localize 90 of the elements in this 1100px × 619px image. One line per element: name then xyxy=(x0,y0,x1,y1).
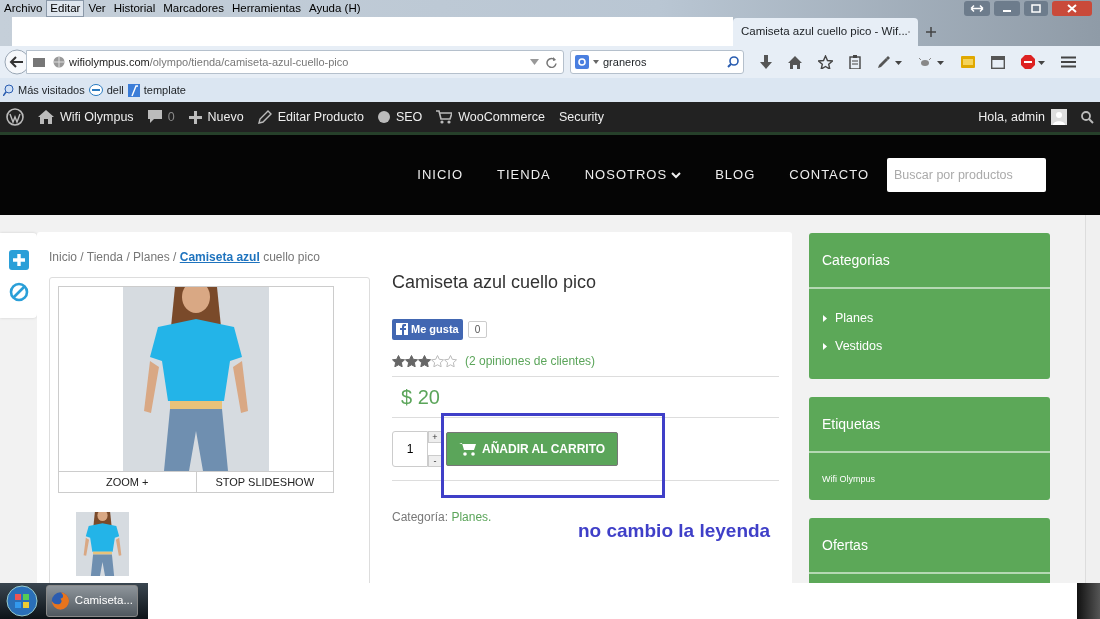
admin-bar-item[interactable]: Nuevo xyxy=(188,107,244,127)
annotation-text: no cambio la leyenda xyxy=(578,519,771,543)
nav-link[interactable]: BLOG xyxy=(698,165,773,185)
speech-bubble-icon xyxy=(147,110,162,124)
admin-bar-item[interactable]: WooCommerce xyxy=(436,107,545,127)
admin-bar-item[interactable]: Wifi Olympus xyxy=(38,107,134,127)
nav-link[interactable]: INICIO xyxy=(400,165,481,185)
page-icon xyxy=(127,83,140,97)
window-icon[interactable] xyxy=(991,55,1005,69)
block-icon[interactable] xyxy=(8,281,29,302)
like-button[interactable]: Me gusta xyxy=(392,319,463,340)
reload-icon[interactable] xyxy=(546,56,557,68)
firefox-icon xyxy=(51,589,70,613)
plus-icon[interactable] xyxy=(8,249,29,270)
adblock-icon[interactable] xyxy=(1021,55,1045,69)
nav-link[interactable]: CONTACTO xyxy=(772,165,886,185)
search-field[interactable]: Buscar por productos xyxy=(887,158,1046,192)
like-count: 0 xyxy=(467,320,488,338)
bookmark-link[interactable]: dell xyxy=(88,81,124,99)
breadcrumb: Inicio / Tienda / Planes / Camiseta azul cuello pico xyxy=(49,249,321,266)
round-logo-icon xyxy=(88,84,103,96)
pen-dropdown-icon[interactable] xyxy=(877,55,903,69)
empty-star-icon xyxy=(444,354,457,367)
admin-bar-item[interactable]: Security xyxy=(558,107,605,127)
globe-icon xyxy=(53,56,65,68)
category-text: Categoría: Planes. xyxy=(392,508,493,526)
taskbar-button[interactable]: Camiseta... xyxy=(46,585,138,617)
bookmark-link[interactable]: Más visitados xyxy=(3,81,85,99)
dot-icon xyxy=(377,111,390,123)
search-field[interactable]: graneros xyxy=(570,50,744,74)
admin-bar-item[interactable]: SEO xyxy=(377,107,423,127)
folder-icon xyxy=(33,57,45,67)
product-title: Camiseta azul cuello pico xyxy=(392,272,598,294)
search-icon[interactable] xyxy=(1081,110,1094,124)
magnifier-icon xyxy=(3,84,14,96)
star-icon xyxy=(405,354,418,367)
menu-item[interactable]: Ayuda (H) xyxy=(304,0,365,17)
bug-dropdown-icon[interactable] xyxy=(919,55,945,69)
wordpress-icon[interactable] xyxy=(6,108,24,126)
download-icon[interactable] xyxy=(760,55,772,69)
search-value: graneros xyxy=(603,54,648,70)
pencil-icon xyxy=(257,110,272,124)
cart-icon xyxy=(459,441,476,456)
widget-title: Etiquetas xyxy=(809,396,1050,453)
star-icon[interactable] xyxy=(818,55,833,69)
admin-bar-item[interactable]: 0 xyxy=(147,107,175,127)
caret-icon[interactable] xyxy=(593,60,599,64)
plus-icon xyxy=(188,110,202,124)
star-icon xyxy=(418,354,431,367)
home-icon xyxy=(38,110,54,124)
triangle-icon xyxy=(823,314,827,322)
menu-icon[interactable] xyxy=(1061,56,1076,68)
chevron-icon xyxy=(671,171,682,179)
google-icon[interactable] xyxy=(575,55,589,69)
widget-title: Ofertas xyxy=(809,518,1050,574)
widget-title: Categorias xyxy=(809,233,1050,289)
clipboard-icon[interactable] xyxy=(849,55,861,69)
search-icon[interactable] xyxy=(727,56,739,68)
breadcrumb-link[interactable]: Camiseta azul xyxy=(179,250,260,264)
bookmark-link[interactable]: template xyxy=(127,81,186,99)
cart-icon xyxy=(436,110,453,124)
decrement-button[interactable]: - xyxy=(428,454,442,467)
quantity-field[interactable]: 1 xyxy=(392,430,428,467)
new-tab-icon[interactable] xyxy=(926,27,936,37)
menu-item[interactable]: Ver xyxy=(84,0,110,17)
menu-item[interactable]: Historial xyxy=(109,0,160,17)
menu-item[interactable]: Editar xyxy=(46,0,85,17)
menu-item[interactable]: Archivo xyxy=(0,0,47,17)
account-menu[interactable]: Hola, admin xyxy=(978,107,1067,127)
menu-item[interactable]: Herramientas xyxy=(227,0,305,17)
triangle-icon xyxy=(823,342,827,350)
nav-link[interactable]: TIENDA xyxy=(480,165,568,185)
price: $ 20 xyxy=(401,384,441,409)
menu-item[interactable]: Marcadores xyxy=(159,0,228,17)
nav-link[interactable]: NOSOTROS xyxy=(567,165,699,185)
facebook-icon xyxy=(396,323,408,336)
home-icon[interactable] xyxy=(788,55,802,69)
increment-button[interactable]: + xyxy=(428,430,442,443)
avatar-icon xyxy=(1051,109,1067,125)
start-icon[interactable] xyxy=(6,585,38,617)
show-desktop-button[interactable] xyxy=(1077,583,1100,619)
browser-tab[interactable]: Camiseta azul cuello pico - Wif... xyxy=(733,18,918,46)
star-icon xyxy=(392,354,405,367)
admin-bar-item[interactable]: Editar Producto xyxy=(257,107,364,127)
address-bar[interactable]: wifiolympus.com/olympo/tienda/camiseta-azul-cuello-pico xyxy=(26,50,564,74)
minimize-icon[interactable] xyxy=(994,1,1020,16)
dropdown-icon[interactable] xyxy=(530,59,539,65)
url-text: wifiolympus.com/olympo/tienda/camiseta-azul-cuello-pico xyxy=(69,54,350,70)
maximize-icon[interactable] xyxy=(1024,1,1048,16)
restore-icon[interactable] xyxy=(964,1,990,16)
